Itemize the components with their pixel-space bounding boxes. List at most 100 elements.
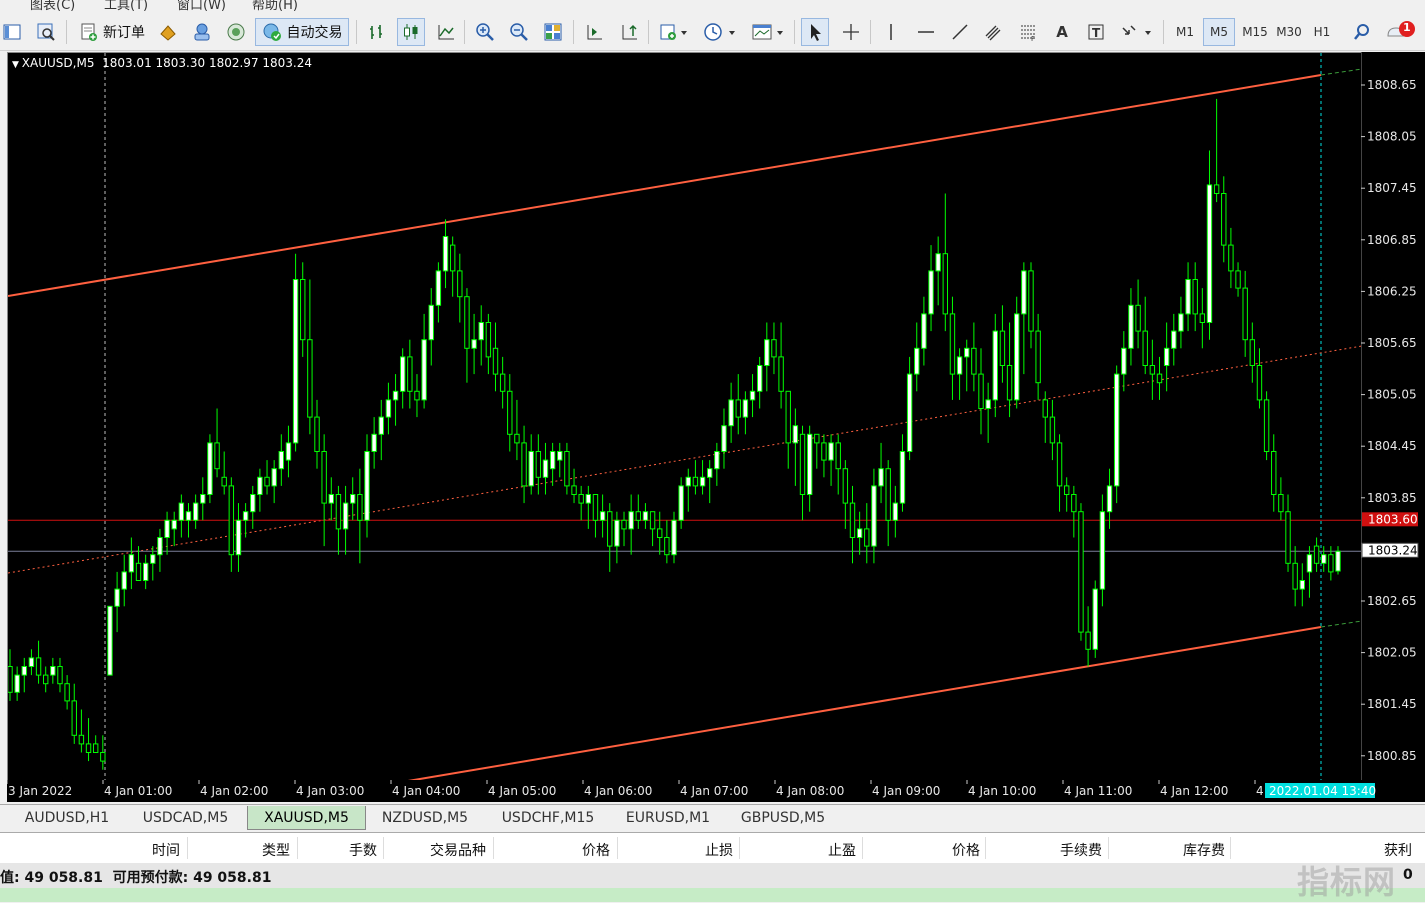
candle-body — [635, 511, 642, 521]
cursor-tool-icon[interactable] — [801, 18, 829, 46]
candle-body — [1199, 313, 1206, 323]
col-price[interactable]: 价格 — [500, 840, 610, 860]
bar-chart-icon[interactable] — [364, 18, 390, 46]
candle-body — [207, 442, 213, 495]
candle-body — [856, 528, 863, 538]
search-icon[interactable] — [1348, 18, 1376, 46]
auto-trading-button[interactable]: 自动交易 — [255, 18, 349, 46]
text-tool-icon[interactable]: A — [1048, 18, 1076, 46]
cursor-time-label: 2022.01.04 13:40 — [1269, 784, 1376, 798]
price-label: 1804.45 — [1367, 439, 1417, 453]
timeframe-m5-button[interactable]: M5 — [1203, 18, 1235, 46]
equidistant-channel-tool-icon[interactable] — [980, 18, 1008, 46]
candle-body — [1106, 485, 1113, 513]
arrows-tool-dropdown[interactable] — [1116, 18, 1156, 46]
indicators-dropdown[interactable] — [655, 18, 693, 46]
candle-body — [42, 674, 49, 685]
chart-window[interactable]: ▼ XAUUSD,M5 1803.01 1803.30 1802.97 1803… — [7, 52, 1363, 782]
timeframe-h1-button[interactable]: H1 — [1306, 18, 1338, 46]
col-current-price[interactable]: 价格 — [870, 840, 980, 860]
balance-row[interactable]: 值: 49 058.81 可用预付款: 49 058.81 0 — [0, 863, 1425, 888]
auto-scroll-icon[interactable] — [615, 18, 643, 46]
zoom-in-icon[interactable] — [472, 18, 498, 46]
candle-body — [599, 511, 606, 521]
tab-nzdusd-m5[interactable]: NZDUSD,M5 — [366, 807, 484, 829]
templates-dropdown[interactable] — [748, 18, 788, 46]
candle-body — [806, 433, 813, 495]
candle — [899, 434, 906, 512]
candle — [1235, 262, 1241, 297]
candle-body — [756, 365, 763, 392]
crosshair-tool-icon[interactable] — [837, 18, 865, 46]
alert-price-label: 1803.60 — [1368, 512, 1418, 526]
chart-shift-icon[interactable] — [580, 18, 608, 46]
horizontal-line-tool-icon[interactable] — [912, 18, 940, 46]
new-chart-icon[interactable] — [0, 18, 24, 46]
col-volume[interactable]: 手数 — [300, 840, 377, 860]
candle — [1178, 296, 1184, 349]
candle-body — [1242, 287, 1248, 341]
candle — [999, 305, 1006, 383]
candle-body — [271, 468, 277, 487]
col-time[interactable]: 时间 — [100, 840, 180, 860]
trendline-tool-icon[interactable] — [946, 18, 974, 46]
timeframe-m15-button[interactable]: M15 — [1238, 18, 1272, 46]
market-watch-icon[interactable] — [156, 18, 180, 46]
menu-window[interactable]: 窗口(W) — [177, 0, 226, 12]
candle-body — [64, 683, 70, 702]
fibonacci-tool-icon[interactable]: F — [1014, 18, 1042, 46]
candle-body — [999, 330, 1006, 367]
terminal-panel: 时间 类型 手数 交易品种 价格 止损 止盈 价格 手续费 库存费 获利 值: … — [0, 832, 1425, 902]
text-label-tool-icon[interactable]: T — [1082, 18, 1110, 46]
price-chart[interactable] — [7, 53, 1363, 782]
tile-windows-icon[interactable] — [540, 18, 566, 46]
candle — [1249, 322, 1256, 383]
candle — [442, 219, 449, 289]
tab-xauusd-m5[interactable]: XAUUSD,M5 — [247, 806, 366, 830]
col-take-profit[interactable]: 止盈 — [745, 840, 856, 860]
candle-body — [14, 674, 20, 693]
col-commission[interactable]: 手续费 — [990, 840, 1102, 860]
zoom-out-icon[interactable] — [506, 18, 532, 46]
candle — [42, 666, 49, 693]
candle — [78, 709, 85, 753]
candle-body — [785, 390, 791, 444]
candle — [664, 520, 670, 564]
tab-gbpusd-m5[interactable]: GBPUSD,M5 — [726, 807, 840, 829]
tab-audusd-h1[interactable]: AUDUSD,H1 — [10, 807, 124, 829]
profiles-icon[interactable] — [32, 18, 60, 46]
navigator-icon[interactable] — [189, 18, 215, 46]
candle-body — [1149, 365, 1156, 375]
menu-tools[interactable]: 工具(T) — [104, 0, 148, 12]
candle-body — [578, 494, 584, 504]
terminal-icon[interactable] — [223, 18, 249, 46]
col-stop-loss[interactable]: 止损 — [620, 840, 733, 860]
candle-body — [1278, 494, 1284, 513]
price-scale[interactable]: 1808.65 1808.05 1807.45 1806.85 1806.25 1805.… — [1360, 52, 1425, 780]
candlestick-chart-icon[interactable] — [397, 18, 425, 46]
new-order-button[interactable]: 新订单 — [73, 18, 151, 46]
candle — [114, 571, 120, 633]
menu-chart[interactable]: 图表(C) — [30, 0, 75, 12]
timeframe-m30-button[interactable]: M30 — [1272, 18, 1306, 46]
col-swap[interactable]: 库存费 — [1115, 840, 1225, 860]
tab-usdcad-m5[interactable]: USDCAD,M5 — [126, 807, 245, 829]
candle-body — [1213, 184, 1220, 194]
menu-help[interactable]: 帮助(H) — [252, 0, 298, 12]
notifications-icon[interactable]: 1 — [1384, 18, 1420, 46]
period-clock-dropdown[interactable] — [699, 18, 741, 46]
time-scale[interactable]: 3 Jan 2022 4 Jan 01:00 4 Jan 02:00 4 Jan 03… — [6, 780, 1425, 802]
tab-eurusd-m1[interactable]: EURUSD,M1 — [612, 807, 724, 829]
col-type[interactable]: 类型 — [200, 840, 290, 860]
tab-usdchf-m15[interactable]: USDCHF,M15 — [486, 807, 610, 829]
balance-profit: 0 — [1403, 867, 1413, 883]
candle — [1192, 262, 1198, 332]
candle — [1149, 339, 1156, 400]
candle — [978, 348, 984, 435]
timeframe-m1-button[interactable]: M1 — [1170, 18, 1200, 46]
line-chart-icon[interactable] — [433, 18, 459, 46]
col-symbol[interactable]: 交易品种 — [390, 840, 486, 860]
candle-body — [1249, 339, 1256, 367]
vertical-line-tool-icon[interactable] — [877, 18, 905, 46]
candle — [214, 408, 220, 478]
